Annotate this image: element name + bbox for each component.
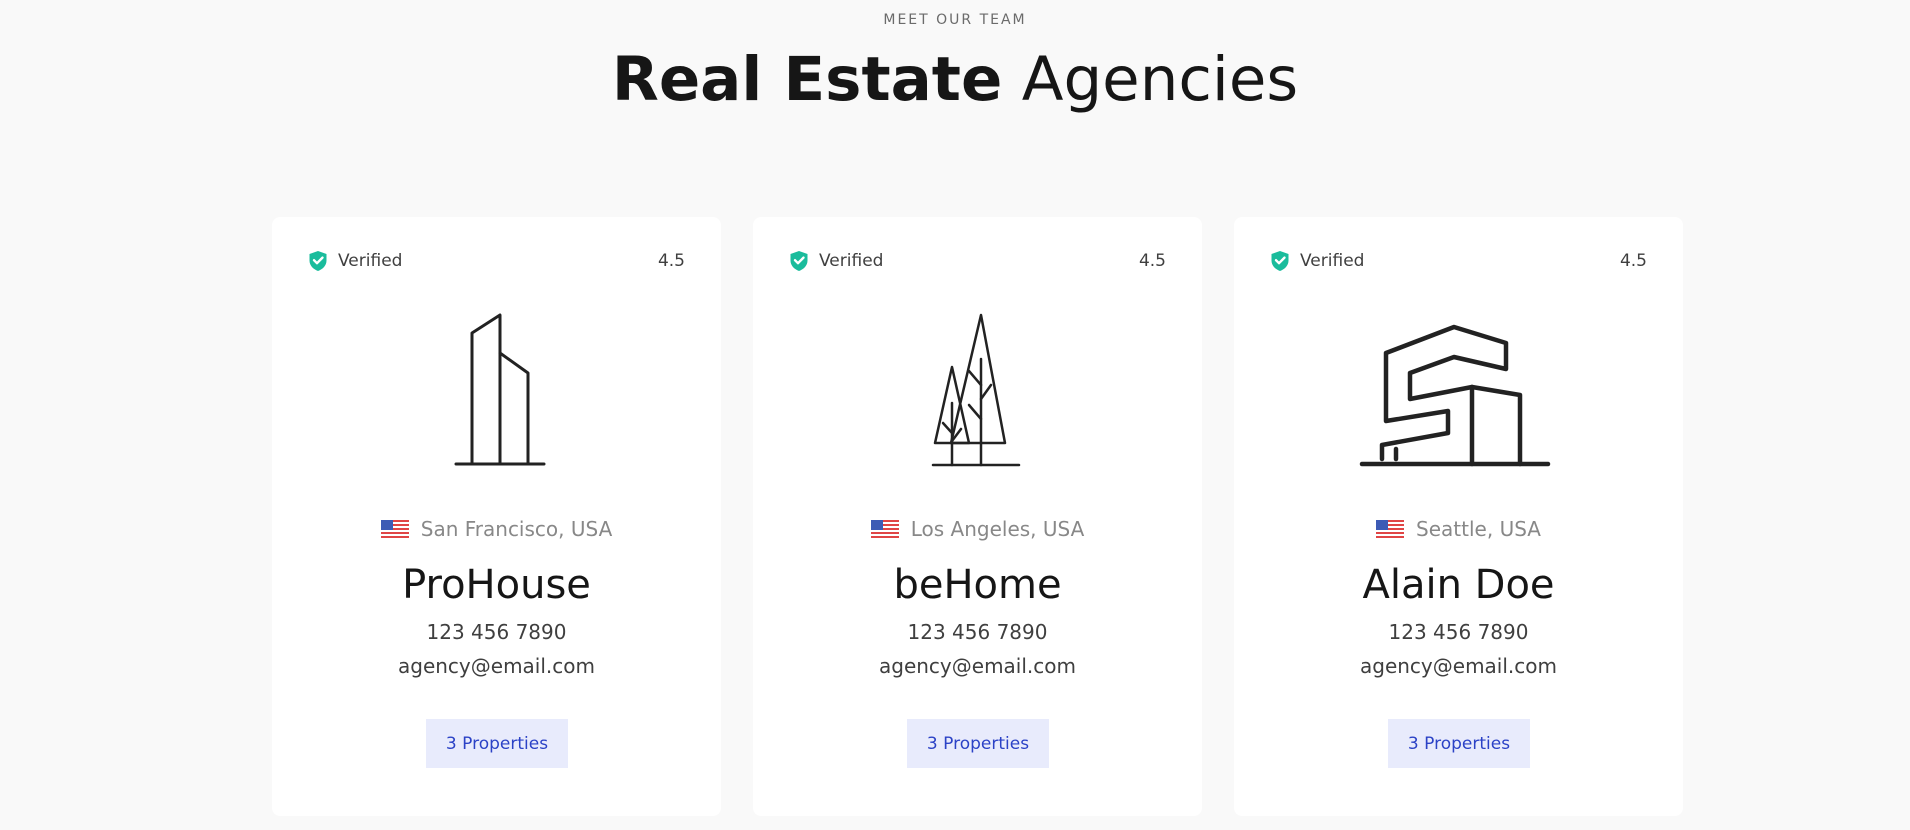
agency-name[interactable]: Alain Doe [1234,558,1683,612]
verified-label: Verified [338,251,403,271]
agency-location: Seattle, USA [1234,517,1683,541]
us-flag-icon [870,520,899,538]
agency-phone[interactable]: 123 456 7890 [753,620,1202,644]
location-text: Seattle, USA [1416,517,1541,541]
agency-location: San Francisco, USA [272,517,721,541]
verified-label: Verified [1300,251,1365,271]
verified-badge: Verified [789,250,883,272]
properties-button[interactable]: 3 Properties [907,719,1049,768]
agency-phone[interactable]: 123 456 7890 [272,620,721,644]
verified-badge: Verified [308,250,402,272]
agency-cards: Verified 4.5 San Francisco, USA ProHouse… [272,217,1683,817]
agency-phone[interactable]: 123 456 7890 [1234,620,1683,644]
location-text: Los Angeles, USA [910,517,1085,541]
agency-card[interactable]: Verified 4.5 [753,217,1202,816]
agency-rating: 4.5 [1138,251,1166,271]
properties-button[interactable]: 3 Properties [1388,719,1530,768]
agency-card[interactable]: Verified 4.5 [272,217,721,816]
verified-shield-icon [790,251,808,271]
verified-badge: Verified [1270,250,1364,272]
verified-label: Verified [819,251,884,271]
agency-rating: 4.5 [657,251,685,271]
agency-rating: 4.5 [1619,251,1647,271]
us-flag-icon [380,520,409,538]
agency-location: Los Angeles, USA [753,517,1202,541]
verified-shield-icon [309,251,327,271]
location-text: San Francisco, USA [420,517,613,541]
agency-email[interactable]: agency@email.com [753,654,1202,678]
skyscraper-logo-icon [454,313,546,466]
section-eyebrow: MEET OUR TEAM [883,12,1027,28]
agency-email[interactable]: agency@email.com [272,654,721,678]
section-title: Real Estate Agencies [0,44,1910,116]
section-title-light: Agencies [1021,44,1299,115]
agency-card[interactable]: Verified 4.5 [1234,217,1683,816]
agencies-section: MEET OUR TEAM Real Estate Agencies Verif… [0,0,1910,830]
agency-name[interactable]: ProHouse [272,558,721,612]
section-title-strong: Real Estate [611,44,1003,115]
trees-logo-icon [931,313,1021,467]
verified-shield-icon [1271,251,1289,271]
us-flag-icon [1376,520,1405,538]
properties-button[interactable]: 3 Properties [426,719,568,768]
agency-name[interactable]: beHome [753,558,1202,612]
modern-house-logo-icon [1359,324,1551,467]
agency-email[interactable]: agency@email.com [1234,654,1683,678]
